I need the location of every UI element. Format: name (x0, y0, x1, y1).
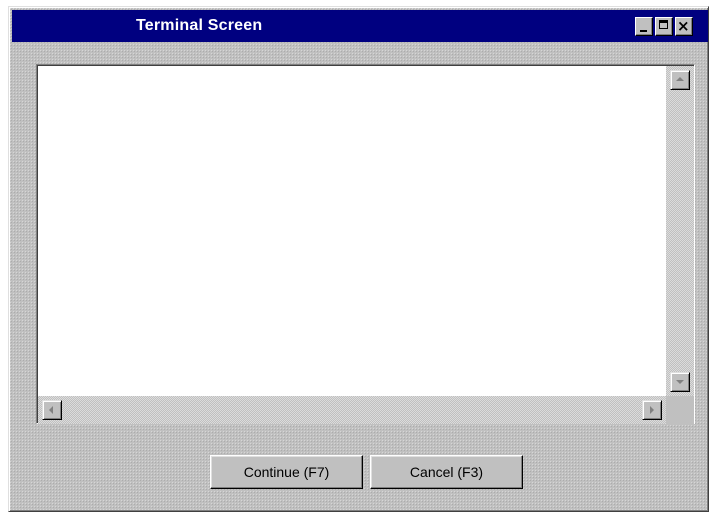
maximize-button[interactable] (655, 17, 673, 36)
arrow-right-icon (650, 406, 654, 414)
minimize-icon (640, 30, 647, 32)
scroll-right-button[interactable] (642, 400, 662, 420)
continue-button[interactable]: Continue (F7) (210, 455, 363, 489)
scrollbar-corner (666, 396, 694, 424)
maximize-icon (659, 20, 668, 29)
terminal-screen-window: Terminal Screen × Continue (F7) Cancel (… (8, 6, 709, 512)
horizontal-scrollbar[interactable] (38, 396, 666, 424)
arrow-down-icon (676, 380, 684, 384)
close-icon: × (677, 17, 690, 35)
scroll-left-button[interactable] (42, 400, 62, 420)
cancel-button[interactable]: Cancel (F3) (370, 455, 523, 489)
minimize-button[interactable] (635, 17, 653, 36)
arrow-up-icon (676, 77, 684, 81)
terminal-output-frame (37, 65, 694, 424)
scroll-down-button[interactable] (670, 372, 690, 392)
close-button[interactable]: × (675, 17, 693, 36)
terminal-output-area (36, 64, 695, 424)
terminal-content[interactable] (38, 66, 666, 396)
arrow-left-icon (49, 406, 53, 414)
window-title: Terminal Screen (136, 17, 263, 34)
scroll-up-button[interactable] (670, 70, 690, 90)
title-bar[interactable]: Terminal Screen × (12, 10, 708, 42)
vertical-scrollbar[interactable] (666, 66, 694, 396)
